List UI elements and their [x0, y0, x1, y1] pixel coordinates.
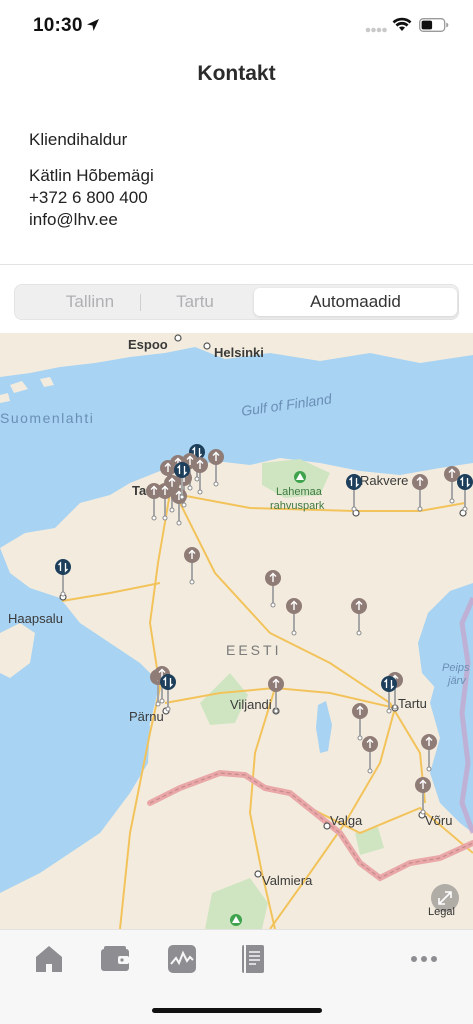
wallet-icon[interactable] — [98, 942, 132, 976]
wifi-icon — [392, 17, 412, 31]
segment-tartu[interactable]: Tartu — [123, 288, 267, 316]
battery-icon — [419, 18, 449, 32]
tree-icon — [294, 471, 306, 483]
document-icon[interactable] — [236, 942, 270, 976]
segment-automaadid[interactable]: Automaadid — [254, 288, 457, 316]
label-valga: Valga — [330, 813, 363, 828]
contact-email-link[interactable]: info@lhv.ee — [29, 210, 118, 230]
label-valmiera: Valmiera — [262, 873, 313, 888]
contact-section: Kliendihaldur Kätlin Hõbemägi +372 6 800… — [29, 130, 154, 229]
page-title: Kontakt — [197, 62, 276, 85]
contact-name: Kätlin Hõbemägi — [29, 166, 154, 185]
more-icon[interactable] — [407, 942, 441, 976]
label-peipsi-jarv: järv — [446, 675, 467, 687]
home-indicator — [152, 1008, 322, 1013]
label-voru: Võru — [425, 813, 452, 828]
location-segmented-control: Tallinn Tartu Automaadid — [14, 284, 459, 320]
chart-icon[interactable] — [165, 942, 199, 976]
atm-map[interactable]: Espoo Helsinki Ta Rakvere Haapsalu Pärnu… — [0, 333, 473, 929]
status-time: 10:30 — [33, 15, 83, 36]
label-rakvere: Rakvere — [360, 473, 408, 488]
location-arrow-icon — [87, 19, 99, 31]
label-peipsi: Peips — [442, 662, 470, 674]
label-rahvuspark: rahvuspark — [270, 500, 325, 512]
label-haapsalu: Haapsalu — [8, 611, 63, 626]
label-helsinki: Helsinki — [214, 345, 264, 360]
contact-phone-link[interactable]: +372 6 800 400 — [29, 188, 148, 208]
label-espoo: Espoo — [128, 337, 168, 352]
label-parnu: Pärnu — [129, 709, 164, 724]
cellular-signal-icon — [365, 27, 387, 33]
label-eesti: EESTI — [226, 642, 281, 658]
section-heading: Kliendihaldur — [29, 130, 128, 149]
label-tartu: Tartu — [398, 696, 427, 711]
label-lahemaa: Lahemaa — [276, 486, 323, 498]
label-viljandi: Viljandi — [230, 697, 272, 712]
label-tallinn: Ta — [132, 483, 147, 498]
label-suomenlahti: Suomenlahti — [0, 410, 94, 426]
home-icon[interactable] — [32, 942, 66, 976]
tree-icon — [230, 914, 242, 926]
map-canvas[interactable]: Espoo Helsinki Ta Rakvere Haapsalu Pärnu… — [0, 333, 473, 929]
status-bar: 10:30 — [0, 0, 473, 52]
legal-link[interactable]: Legal — [428, 906, 455, 918]
divider — [0, 264, 473, 265]
